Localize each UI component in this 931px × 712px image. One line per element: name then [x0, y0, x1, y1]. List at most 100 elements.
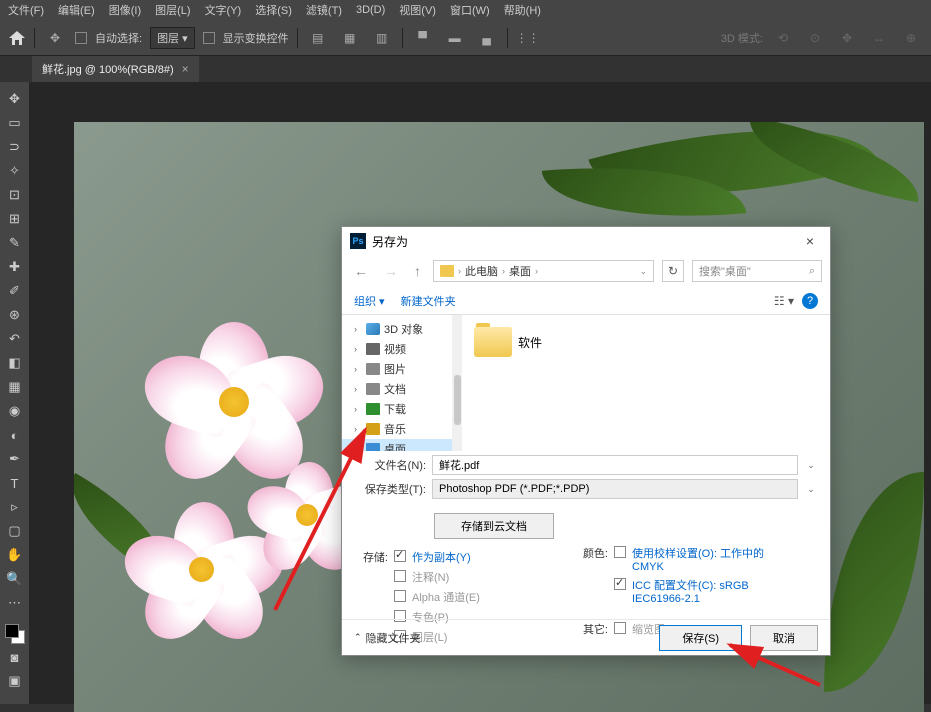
eraser-tool-icon[interactable]: ◧ [4, 352, 26, 374]
dialog-titlebar[interactable]: Ps 另存为 × [342, 227, 830, 255]
type-tool-icon[interactable]: T [4, 472, 26, 494]
tree-caret-icon[interactable]: › [354, 384, 362, 394]
menu-select[interactable]: 选择(S) [255, 2, 292, 18]
menu-layer[interactable]: 图层(L) [155, 2, 190, 18]
move-tool-icon[interactable]: ✥ [4, 88, 26, 110]
menu-image[interactable]: 图像(I) [109, 2, 141, 18]
tree-caret-icon[interactable]: › [354, 364, 362, 374]
path-breadcrumb[interactable]: › 此电脑 › 桌面 › ⌄ [433, 260, 654, 282]
stamp-tool-icon[interactable]: ⊛ [4, 304, 26, 326]
tree-item-文档[interactable]: ›文档 [342, 379, 452, 399]
menu-edit[interactable]: 编辑(E) [58, 2, 95, 18]
blur-tool-icon[interactable]: ◉ [4, 400, 26, 422]
zoom-tool-icon[interactable]: 🔍 [4, 568, 26, 590]
icc-label[interactable]: ICC 配置文件(C): sRGB IEC61966-2.1 [632, 577, 792, 605]
home-icon[interactable] [8, 29, 26, 47]
tree-caret-icon[interactable]: › [354, 344, 362, 354]
menu-3d[interactable]: 3D(D) [356, 4, 385, 16]
menu-file[interactable]: 文件(F) [8, 2, 44, 18]
alpha-checkbox[interactable] [394, 590, 406, 602]
show-transform-checkbox[interactable] [203, 32, 215, 44]
align-right-icon[interactable]: ▥ [370, 26, 394, 50]
file-list-area[interactable]: 软件 [462, 315, 830, 451]
icc-checkbox[interactable] [614, 578, 626, 590]
move-tool-icon[interactable]: ✥ [43, 26, 67, 50]
close-tab-icon[interactable]: × [182, 62, 189, 76]
search-input[interactable]: 搜索"桌面" ⌕ [692, 260, 822, 282]
hand-tool-icon[interactable]: ✋ [4, 544, 26, 566]
path-dropdown-icon[interactable]: ⌄ [639, 266, 647, 277]
screen-mode-icon[interactable]: ▣ [4, 670, 26, 692]
tree-item-音乐[interactable]: ›音乐 [342, 419, 452, 439]
edit-toolbar-icon[interactable]: ⋯ [4, 592, 26, 614]
healing-tool-icon[interactable]: ✚ [4, 256, 26, 278]
dodge-tool-icon[interactable]: ◐ [4, 424, 26, 446]
align-bottom-icon[interactable]: ▄ [475, 26, 499, 50]
as-copy-label[interactable]: 作为副本(Y) [412, 549, 471, 565]
path-select-tool-icon[interactable]: ▹ [4, 496, 26, 518]
folder-item[interactable]: 软件 [470, 323, 546, 361]
zoom-3d-icon[interactable]: ⊕ [899, 26, 923, 50]
view-options-icon[interactable]: ☷ ▾ [774, 294, 794, 308]
save-button[interactable]: 保存(S) [659, 625, 742, 651]
nav-back-icon[interactable]: ← [350, 261, 372, 281]
path-segment[interactable]: 桌面 [509, 263, 531, 279]
align-middle-icon[interactable]: ▬ [443, 26, 467, 50]
organize-menu[interactable]: 组织 ▾ [354, 293, 385, 309]
align-left-icon[interactable]: ▤ [306, 26, 330, 50]
tree-caret-icon[interactable]: › [354, 404, 362, 414]
proof-label[interactable]: 使用校样设置(O): 工作中的 CMYK [632, 545, 792, 573]
roll-3d-icon[interactable]: ⊙ [803, 26, 827, 50]
frame-tool-icon[interactable]: ⊞ [4, 208, 26, 230]
filetype-dropdown-icon[interactable]: ⌄ [804, 484, 818, 495]
hide-folders-toggle[interactable]: ⌃ 隐藏文件夹 [354, 630, 421, 646]
proof-checkbox[interactable] [614, 546, 626, 558]
filename-input[interactable] [432, 455, 798, 475]
auto-select-dropdown[interactable]: 图层 ▾ [150, 27, 195, 49]
tree-item-桌面[interactable]: ›桌面 [342, 439, 452, 451]
help-icon[interactable]: ? [802, 293, 818, 309]
filetype-select[interactable]: Photoshop PDF (*.PDF;*.PDP) [432, 479, 798, 499]
tree-caret-icon[interactable]: › [354, 324, 362, 334]
menu-filter[interactable]: 滤镜(T) [306, 2, 342, 18]
shape-tool-icon[interactable]: ▢ [4, 520, 26, 542]
pan-3d-icon[interactable]: ✥ [835, 26, 859, 50]
save-to-cloud-button[interactable]: 存储到云文档 [434, 513, 554, 539]
menu-view[interactable]: 视图(V) [399, 2, 436, 18]
document-tab[interactable]: 鲜花.jpg @ 100%(RGB/8#) × [32, 56, 199, 82]
tree-caret-icon[interactable]: › [354, 424, 362, 434]
tree-scrollbar[interactable] [452, 315, 462, 451]
brush-tool-icon[interactable]: ✐ [4, 280, 26, 302]
history-brush-tool-icon[interactable]: ↶ [4, 328, 26, 350]
lasso-tool-icon[interactable]: ⊃ [4, 136, 26, 158]
menu-help[interactable]: 帮助(H) [504, 2, 541, 18]
tree-item-3D 对象[interactable]: ›3D 对象 [342, 319, 452, 339]
pen-tool-icon[interactable]: ✒ [4, 448, 26, 470]
menu-text[interactable]: 文字(Y) [205, 2, 242, 18]
filename-dropdown-icon[interactable]: ⌄ [804, 460, 818, 471]
nav-up-icon[interactable]: ↑ [410, 261, 425, 281]
slide-3d-icon[interactable]: ↔ [867, 26, 891, 50]
quick-mask-icon[interactable]: ◙ [4, 646, 26, 668]
new-folder-button[interactable]: 新建文件夹 [401, 293, 456, 309]
tree-item-图片[interactable]: ›图片 [342, 359, 452, 379]
crop-tool-icon[interactable]: ⊡ [4, 184, 26, 206]
tree-item-视频[interactable]: ›视频 [342, 339, 452, 359]
distribute-icon[interactable]: ⋮⋮ [516, 26, 540, 50]
cancel-button[interactable]: 取消 [750, 625, 818, 651]
close-icon[interactable]: × [798, 231, 822, 251]
path-segment[interactable]: 此电脑 [465, 263, 498, 279]
annotations-checkbox[interactable] [394, 570, 406, 582]
nav-forward-icon[interactable]: → [380, 261, 402, 281]
marquee-tool-icon[interactable]: ▭ [4, 112, 26, 134]
eyedropper-tool-icon[interactable]: ✎ [4, 232, 26, 254]
auto-select-checkbox[interactable] [75, 32, 87, 44]
as-copy-checkbox[interactable] [394, 550, 406, 562]
align-top-icon[interactable]: ▀ [411, 26, 435, 50]
menu-window[interactable]: 窗口(W) [450, 2, 490, 18]
color-swatch[interactable] [5, 624, 25, 644]
gradient-tool-icon[interactable]: ▦ [4, 376, 26, 398]
tree-item-下载[interactable]: ›下载 [342, 399, 452, 419]
magic-wand-tool-icon[interactable]: ✧ [4, 160, 26, 182]
orbit-3d-icon[interactable]: ⟲ [771, 26, 795, 50]
